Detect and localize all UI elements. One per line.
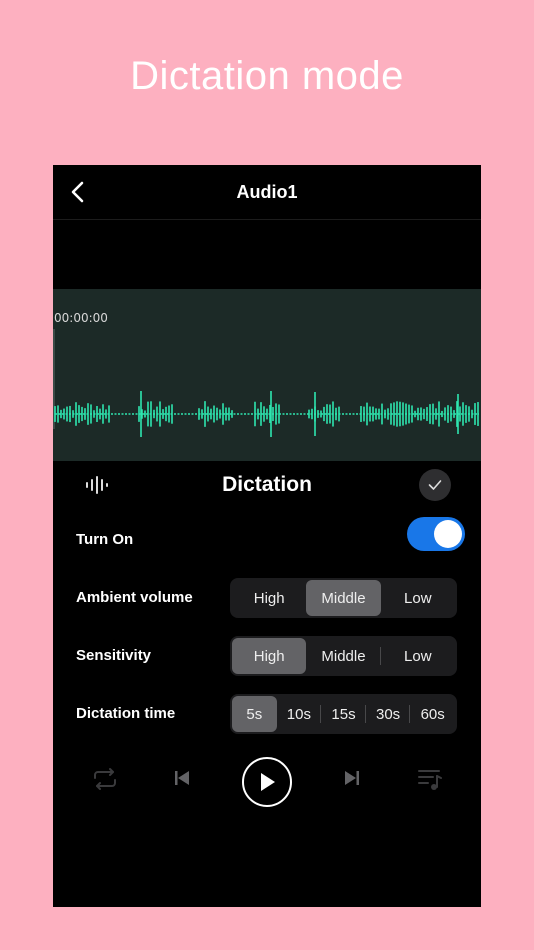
player-controls [53,755,481,815]
waveform-area[interactable]: 00:00:00 [53,289,481,461]
playlist-icon[interactable] [417,767,443,791]
nav-bar: Audio1 [53,165,481,220]
ambient-volume-option[interactable]: Low [381,580,455,616]
play-button[interactable] [242,757,292,807]
timecode: 00:00:00 [54,311,108,325]
ambient-volume-label: Ambient volume [76,589,193,606]
waveform [54,391,479,437]
sensitivity-control: High Middle Low [230,636,457,676]
sensitivity-option[interactable]: Middle [306,638,381,674]
sensitivity-option[interactable]: High [232,638,307,674]
promo-title: Dictation mode [130,54,404,98]
dictation-time-label: Dictation time [76,705,176,722]
dictation-time-option[interactable]: 30s [366,696,411,732]
turn-on-label: Turn On [76,531,134,548]
previous-icon[interactable] [173,769,191,787]
dictation-time-option[interactable]: 10s [277,696,322,732]
confirm-button[interactable] [419,469,451,501]
panel-title: Dictation [222,473,312,496]
checkmark-icon [428,480,442,490]
dictation-panel: Dictation Turn On Ambient volume High Mi… [53,461,481,907]
dictation-time-option[interactable]: 5s [232,696,277,732]
dictation-time-option[interactable]: 15s [321,696,366,732]
toggle-knob [434,520,462,548]
ambient-volume-option[interactable]: Middle [306,580,381,616]
ambient-volume-option[interactable]: High [232,580,306,616]
next-icon[interactable] [343,769,361,787]
repeat-icon[interactable] [92,767,118,791]
ambient-volume-control: High Middle Low [230,578,457,618]
app-screen: Audio1 00:00:00 Dictation Turn On Ambien… [53,165,481,907]
play-icon [261,773,275,791]
page-title: Audio1 [236,182,298,202]
dictation-time-option[interactable]: 60s [410,696,455,732]
turn-on-toggle[interactable] [407,517,465,551]
dictation-time-control: 5s 10s 15s 30s 60s [230,694,457,734]
sensitivity-option[interactable]: Low [381,638,455,674]
sensitivity-label: Sensitivity [76,647,152,664]
